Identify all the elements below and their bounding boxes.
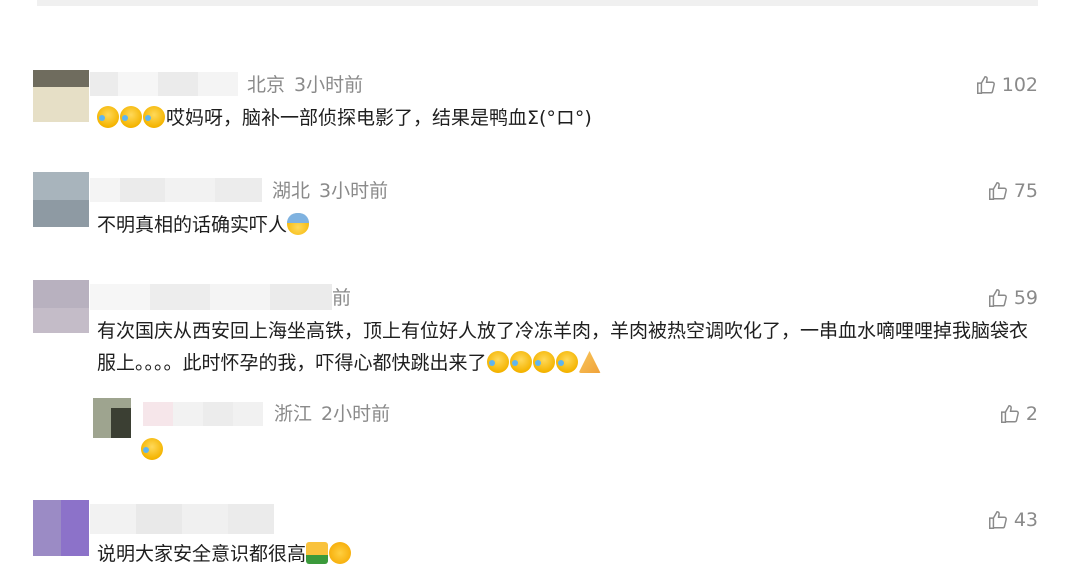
reply-meta: 浙江 2小时前 (274, 402, 390, 426)
comment-text: 有次国庆从西安回上海坐高铁，顶上有位好人放了冷冻羊肉，羊肉被热空调吹化了，一串血… (97, 315, 1037, 379)
laugh-cry-emoji (143, 106, 165, 128)
comment-meta: 前 (332, 286, 351, 310)
reply-location: 浙江 (274, 403, 313, 425)
pray-emoji (578, 351, 601, 373)
reply-time: 2小时前 (321, 403, 391, 425)
comment-time: 前 (332, 287, 352, 309)
laugh-cry-emoji (532, 351, 555, 373)
comment-body: 不明真相的话确实吓人 (97, 214, 288, 236)
thumbs-up-icon (988, 182, 1007, 200)
avatar[interactable] (33, 172, 89, 227)
laugh-cry-emoji (97, 106, 119, 128)
like-button[interactable]: 59 (987, 286, 1038, 310)
comment-meta: 湖北 3小时前 (272, 179, 388, 203)
comment-text: 哎妈呀，脑补一部侦探电影了，结果是鸭血Σ(°ロ°) (97, 102, 592, 134)
laugh-cry-emoji (486, 351, 509, 373)
username-blurred[interactable] (143, 402, 263, 426)
username-blurred[interactable] (90, 504, 274, 534)
like-count: 2 (1025, 403, 1038, 425)
laugh-cry-emoji (555, 351, 578, 373)
username-blurred[interactable] (90, 178, 262, 202)
comment-body: 说明大家安全意识都很高 (97, 543, 307, 565)
laugh-cry-emoji (509, 351, 532, 373)
avatar[interactable] (33, 280, 89, 333)
thumbs-up-icon (988, 511, 1007, 529)
username-blurred[interactable] (90, 284, 332, 310)
comment-location: 湖北 (272, 180, 311, 202)
comment-meta: 北京 3小时前 (247, 73, 363, 97)
thumbs-up-icon (1000, 405, 1019, 423)
avatar[interactable] (33, 500, 89, 556)
reply-text (141, 434, 164, 466)
like-button[interactable]: 102 (975, 73, 1038, 97)
like-button[interactable]: 43 (987, 508, 1038, 532)
thumbs-up-emoji (306, 542, 329, 564)
comment-time: 3小时前 (319, 180, 389, 202)
avatar[interactable] (33, 70, 89, 122)
laugh-cry-emoji (120, 106, 142, 128)
like-button[interactable]: 75 (987, 179, 1038, 203)
like-count: 75 (1013, 180, 1038, 202)
thumbs-up-icon (976, 76, 995, 94)
laugh-cry-emoji (141, 438, 163, 460)
reply-like-button[interactable]: 2 (999, 402, 1038, 426)
comment-text: 说明大家安全意识都很高 (97, 538, 352, 570)
username-blurred[interactable] (90, 72, 238, 96)
like-count: 59 (1013, 287, 1038, 309)
comment-location: 北京 (247, 74, 286, 96)
reply-avatar[interactable] (93, 398, 131, 438)
top-divider (37, 0, 1038, 6)
fearful-face-emoji (287, 213, 310, 235)
like-count: 102 (1001, 74, 1038, 96)
like-count: 43 (1013, 509, 1038, 531)
comment-body: 哎妈呀，脑补一部侦探电影了，结果是鸭血Σ(°ロ°) (166, 107, 592, 129)
thumbs-up-icon (988, 289, 1007, 307)
comment-text: 不明真相的话确实吓人 (97, 209, 310, 241)
hug-emoji (329, 542, 352, 564)
comment-time: 3小时前 (294, 74, 364, 96)
